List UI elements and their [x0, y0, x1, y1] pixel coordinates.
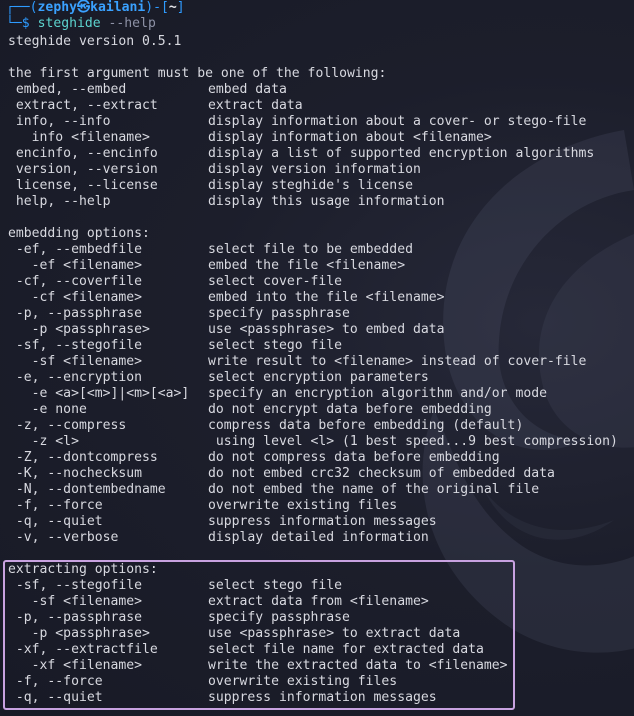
option-flag: extract, --extract: [8, 98, 158, 113]
option-flag: version, --version: [8, 162, 158, 177]
option-flag: -ef <filename>: [8, 258, 143, 273]
option-description: suppress information messages: [208, 514, 437, 529]
option-description: display this usage information: [208, 194, 445, 209]
option-flag: -z, --compress: [8, 418, 127, 433]
option-flag: -f, --force: [8, 498, 103, 513]
option-description: embed data: [208, 82, 287, 97]
option-description: write result to <filename> instead of co…: [208, 354, 587, 369]
option-description: compress data before embedding (default): [208, 418, 524, 433]
option-description: do not embed crc32 checksum of embedded …: [208, 466, 555, 481]
prompt-header-line: ┌──(zephy㉿kailani)-[~]: [6, 0, 185, 16]
option-description: use <passphrase> to embed data: [208, 322, 445, 337]
option-description: embed the file <filename>: [208, 258, 406, 273]
option-flag: -f, --force: [8, 674, 103, 689]
option-description: do not compress data before embedding: [208, 450, 500, 465]
option-description: display steghide's license: [208, 178, 413, 193]
option-description: display a list of supported encryption a…: [208, 146, 595, 161]
option-description: select encryption parameters: [208, 370, 429, 385]
option-description: overwrite existing files: [208, 674, 398, 689]
option-flag: help, --help: [8, 194, 111, 209]
option-description: select cover-file: [208, 274, 343, 289]
output-text: steghide version 0.5.1: [8, 34, 182, 49]
prompt-host: kailani: [90, 0, 146, 15]
option-description: overwrite existing files: [208, 498, 398, 513]
option-flag: -p, --passphrase: [8, 306, 143, 321]
option-flag: -e <a>[<m>]|<m>[<a>]: [8, 386, 190, 401]
option-flag: -e none: [8, 402, 87, 417]
option-description: display information about <filename>: [208, 130, 492, 145]
option-description: specify passphrase: [208, 306, 350, 321]
option-description: select stego file: [208, 578, 343, 593]
option-description: do not embed the name of the original fi…: [208, 482, 540, 497]
option-description: select file to be embedded: [208, 242, 413, 257]
prompt-argument: --help: [108, 16, 156, 31]
option-flag: embed, --embed: [8, 82, 127, 97]
option-flag: -e, --encryption: [8, 370, 143, 385]
option-flag: -p <passphrase>: [8, 322, 150, 337]
option-description: select stego file: [208, 338, 343, 353]
option-flag: -z <l>: [8, 434, 79, 449]
option-flag: -p, --passphrase: [8, 610, 143, 625]
output-text: embedding options:: [8, 226, 150, 241]
option-flag: -N, --dontembedname: [8, 482, 166, 497]
option-flag: -p <passphrase>: [8, 626, 150, 641]
option-flag: info <filename>: [8, 130, 150, 145]
option-flag: -xf <filename>: [8, 658, 143, 673]
option-flag: -q, --quiet: [8, 690, 103, 705]
option-flag: -Z, --dontcompress: [8, 450, 158, 465]
prompt-corner-top: ┌──(: [6, 0, 38, 15]
option-description: select file name for extracted data: [208, 642, 484, 657]
option-description: display version information: [208, 162, 421, 177]
prompt-dollar: $: [21, 16, 30, 31]
option-description: suppress information messages: [208, 690, 437, 705]
option-description: display detailed information: [208, 530, 429, 545]
prompt-bracket: )-[: [145, 0, 169, 15]
prompt-command-line[interactable]: └─$ steghide --help: [6, 16, 156, 32]
prompt-cwd: ~: [168, 0, 177, 15]
option-description: write the extracted data to <filename>: [208, 658, 508, 673]
option-flag: -K, --nochecksum: [8, 466, 143, 481]
option-description: extract data from <filename>: [208, 594, 429, 609]
output-text: extracting options:: [8, 562, 158, 577]
option-flag: -sf <filename>: [8, 354, 143, 369]
option-description: display information about a cover- or st…: [208, 114, 587, 129]
option-flag: -cf, --coverfile: [8, 274, 143, 289]
option-description: embed into the file <filename>: [208, 290, 445, 305]
option-description: using level <l> (1 best speed...9 best c…: [208, 434, 618, 449]
option-description: extract data: [208, 98, 303, 113]
option-flag: -cf <filename>: [8, 290, 143, 305]
prompt-corner-bottom: └─: [6, 16, 22, 31]
option-flag: -q, --quiet: [8, 514, 103, 529]
output-text: the first argument must be one of the fo…: [8, 66, 387, 81]
option-flag: -ef, --embedfile: [8, 242, 143, 257]
option-flag: -sf, --stegofile: [8, 578, 143, 593]
prompt-command: steghide: [37, 16, 101, 31]
prompt-user: zephy: [37, 0, 77, 15]
option-flag: info, --info: [8, 114, 111, 129]
option-description: use <passphrase> to extract data: [208, 626, 461, 641]
option-flag: encinfo, --encinfo: [8, 146, 158, 161]
option-description: specify an encryption algorithm and/or m…: [208, 386, 547, 401]
option-flag: -sf <filename>: [8, 594, 143, 609]
option-flag: -sf, --stegofile: [8, 338, 143, 353]
prompt-separator-icon: ㉿: [76, 0, 91, 15]
option-flag: -v, --verbose: [8, 530, 119, 545]
option-description: specify passphrase: [208, 610, 350, 625]
terminal-window[interactable]: ┌──(zephy㉿kailani)-[~] └─$ steghide --he…: [0, 0, 634, 716]
option-flag: -xf, --extractfile: [8, 642, 158, 657]
prompt-bracket-close: ]: [176, 0, 185, 15]
option-description: do not encrypt data before embedding: [208, 402, 492, 417]
option-flag: license, --license: [8, 178, 158, 193]
